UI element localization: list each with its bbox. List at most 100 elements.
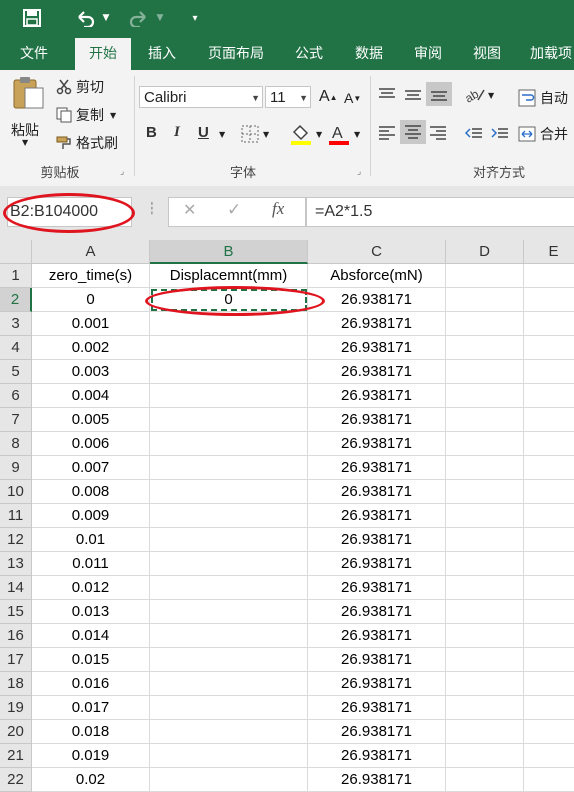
row-header[interactable]: 6 [0,384,32,408]
cell-A5[interactable]: 0.003 [32,360,150,384]
underline-button[interactable]: U [198,124,209,141]
fill-color-button[interactable]: ▼ [289,122,322,146]
cell-A9[interactable]: 0.007 [32,456,150,480]
cell-B9[interactable] [150,456,308,480]
tab-formulas[interactable]: 公式 [282,38,336,70]
cell-B14[interactable] [150,576,308,600]
cell-B12[interactable] [150,528,308,552]
cell-B10[interactable] [150,480,308,504]
cell-A22[interactable]: 0.02 [32,768,150,792]
tab-view[interactable]: 视图 [460,38,514,70]
cell-C21[interactable]: 26.938171 [308,744,446,768]
align-center-button[interactable] [400,120,426,144]
paste-label[interactable]: 粘贴 [11,120,39,140]
cell-D14[interactable] [446,576,524,600]
cell-D2[interactable] [446,288,524,312]
tab-insert[interactable]: 插入 [135,38,189,70]
cell-B16[interactable] [150,624,308,648]
cell-A2[interactable]: 0 [32,288,150,312]
row-header[interactable]: 5 [0,360,32,384]
customize-icon[interactable]: ▾ [186,6,204,30]
undo-dropdown-icon[interactable]: ▼ [100,6,112,30]
cell-A21[interactable]: 0.019 [32,744,150,768]
align-middle-button[interactable] [403,86,423,104]
clipboard-launcher-icon[interactable]: ⌟ [120,167,124,177]
cell-A1[interactable]: zero_time(s) [32,264,150,288]
row-header[interactable]: 20 [0,720,32,744]
cell-D5[interactable] [446,360,524,384]
cell-A7[interactable]: 0.005 [32,408,150,432]
cell-C17[interactable]: 26.938171 [308,648,446,672]
cell-E20[interactable] [524,720,574,744]
cell-B5[interactable] [150,360,308,384]
font-size-combo[interactable]: 11 ▼ [265,86,311,108]
cell-A4[interactable]: 0.002 [32,336,150,360]
name-box[interactable]: B2:B104000 [7,197,132,227]
cell-B13[interactable] [150,552,308,576]
cell-E13[interactable] [524,552,574,576]
cell-D6[interactable] [446,384,524,408]
cell-E3[interactable] [524,312,574,336]
cell-D12[interactable] [446,528,524,552]
cell-E10[interactable] [524,480,574,504]
cell-D19[interactable] [446,696,524,720]
cell-E7[interactable] [524,408,574,432]
tab-home[interactable]: 开始 [75,38,131,70]
cell-D1[interactable] [446,264,524,288]
undo-icon[interactable] [72,6,98,30]
select-all-corner[interactable] [0,240,32,264]
cell-D20[interactable] [446,720,524,744]
cell-B17[interactable] [150,648,308,672]
cell-C4[interactable]: 26.938171 [308,336,446,360]
insert-function-icon[interactable]: fx [272,199,284,219]
cell-B18[interactable] [150,672,308,696]
row-header[interactable]: 11 [0,504,32,528]
row-header[interactable]: 21 [0,744,32,768]
cell-A15[interactable]: 0.013 [32,600,150,624]
cell-A8[interactable]: 0.006 [32,432,150,456]
grow-font-button[interactable]: A ▲ [319,88,338,106]
merge-center-button[interactable]: 合并 [518,124,568,144]
row-header[interactable]: 1 [0,264,32,288]
underline-dropdown-icon[interactable]: ▼ [219,130,225,139]
cell-E12[interactable] [524,528,574,552]
cell-E17[interactable] [524,648,574,672]
cell-B1[interactable]: Displacemnt(mm) [150,264,308,288]
row-header[interactable]: 18 [0,672,32,696]
cell-A18[interactable]: 0.016 [32,672,150,696]
cell-D9[interactable] [446,456,524,480]
tab-data[interactable]: 数据 [342,38,396,70]
cancel-icon[interactable]: ✕ [183,200,196,219]
copy-dropdown-icon[interactable]: ▼ [110,111,116,120]
cell-D10[interactable] [446,480,524,504]
row-header[interactable]: 19 [0,696,32,720]
cell-A17[interactable]: 0.015 [32,648,150,672]
cell-B22[interactable] [150,768,308,792]
align-bottom-button[interactable] [426,82,452,106]
cell-C16[interactable]: 26.938171 [308,624,446,648]
cell-A11[interactable]: 0.009 [32,504,150,528]
formula-input[interactable]: =A2*1.5 [306,197,574,227]
row-header[interactable]: 22 [0,768,32,792]
selected-cell-B2[interactable]: 0 [150,288,308,312]
cell-C22[interactable]: 26.938171 [308,768,446,792]
row-header[interactable]: 14 [0,576,32,600]
cell-E2[interactable] [524,288,574,312]
cut-button[interactable]: 剪切 [56,77,104,97]
cell-E21[interactable] [524,744,574,768]
cell-D22[interactable] [446,768,524,792]
row-header[interactable]: 13 [0,552,32,576]
borders-button[interactable]: ▼ [240,124,269,144]
copy-button[interactable]: 复制 ▼ [56,105,116,125]
cell-C20[interactable]: 26.938171 [308,720,446,744]
cell-C12[interactable]: 26.938171 [308,528,446,552]
cell-A13[interactable]: 0.011 [32,552,150,576]
cell-E14[interactable] [524,576,574,600]
cell-C19[interactable]: 26.938171 [308,696,446,720]
save-icon[interactable] [20,6,44,30]
cell-C6[interactable]: 26.938171 [308,384,446,408]
wrap-text-button[interactable]: 自动 [518,88,568,108]
cell-E8[interactable] [524,432,574,456]
redo-dropdown-icon[interactable]: ▼ [154,6,166,30]
shrink-font-button[interactable]: A ▼ [344,90,361,106]
